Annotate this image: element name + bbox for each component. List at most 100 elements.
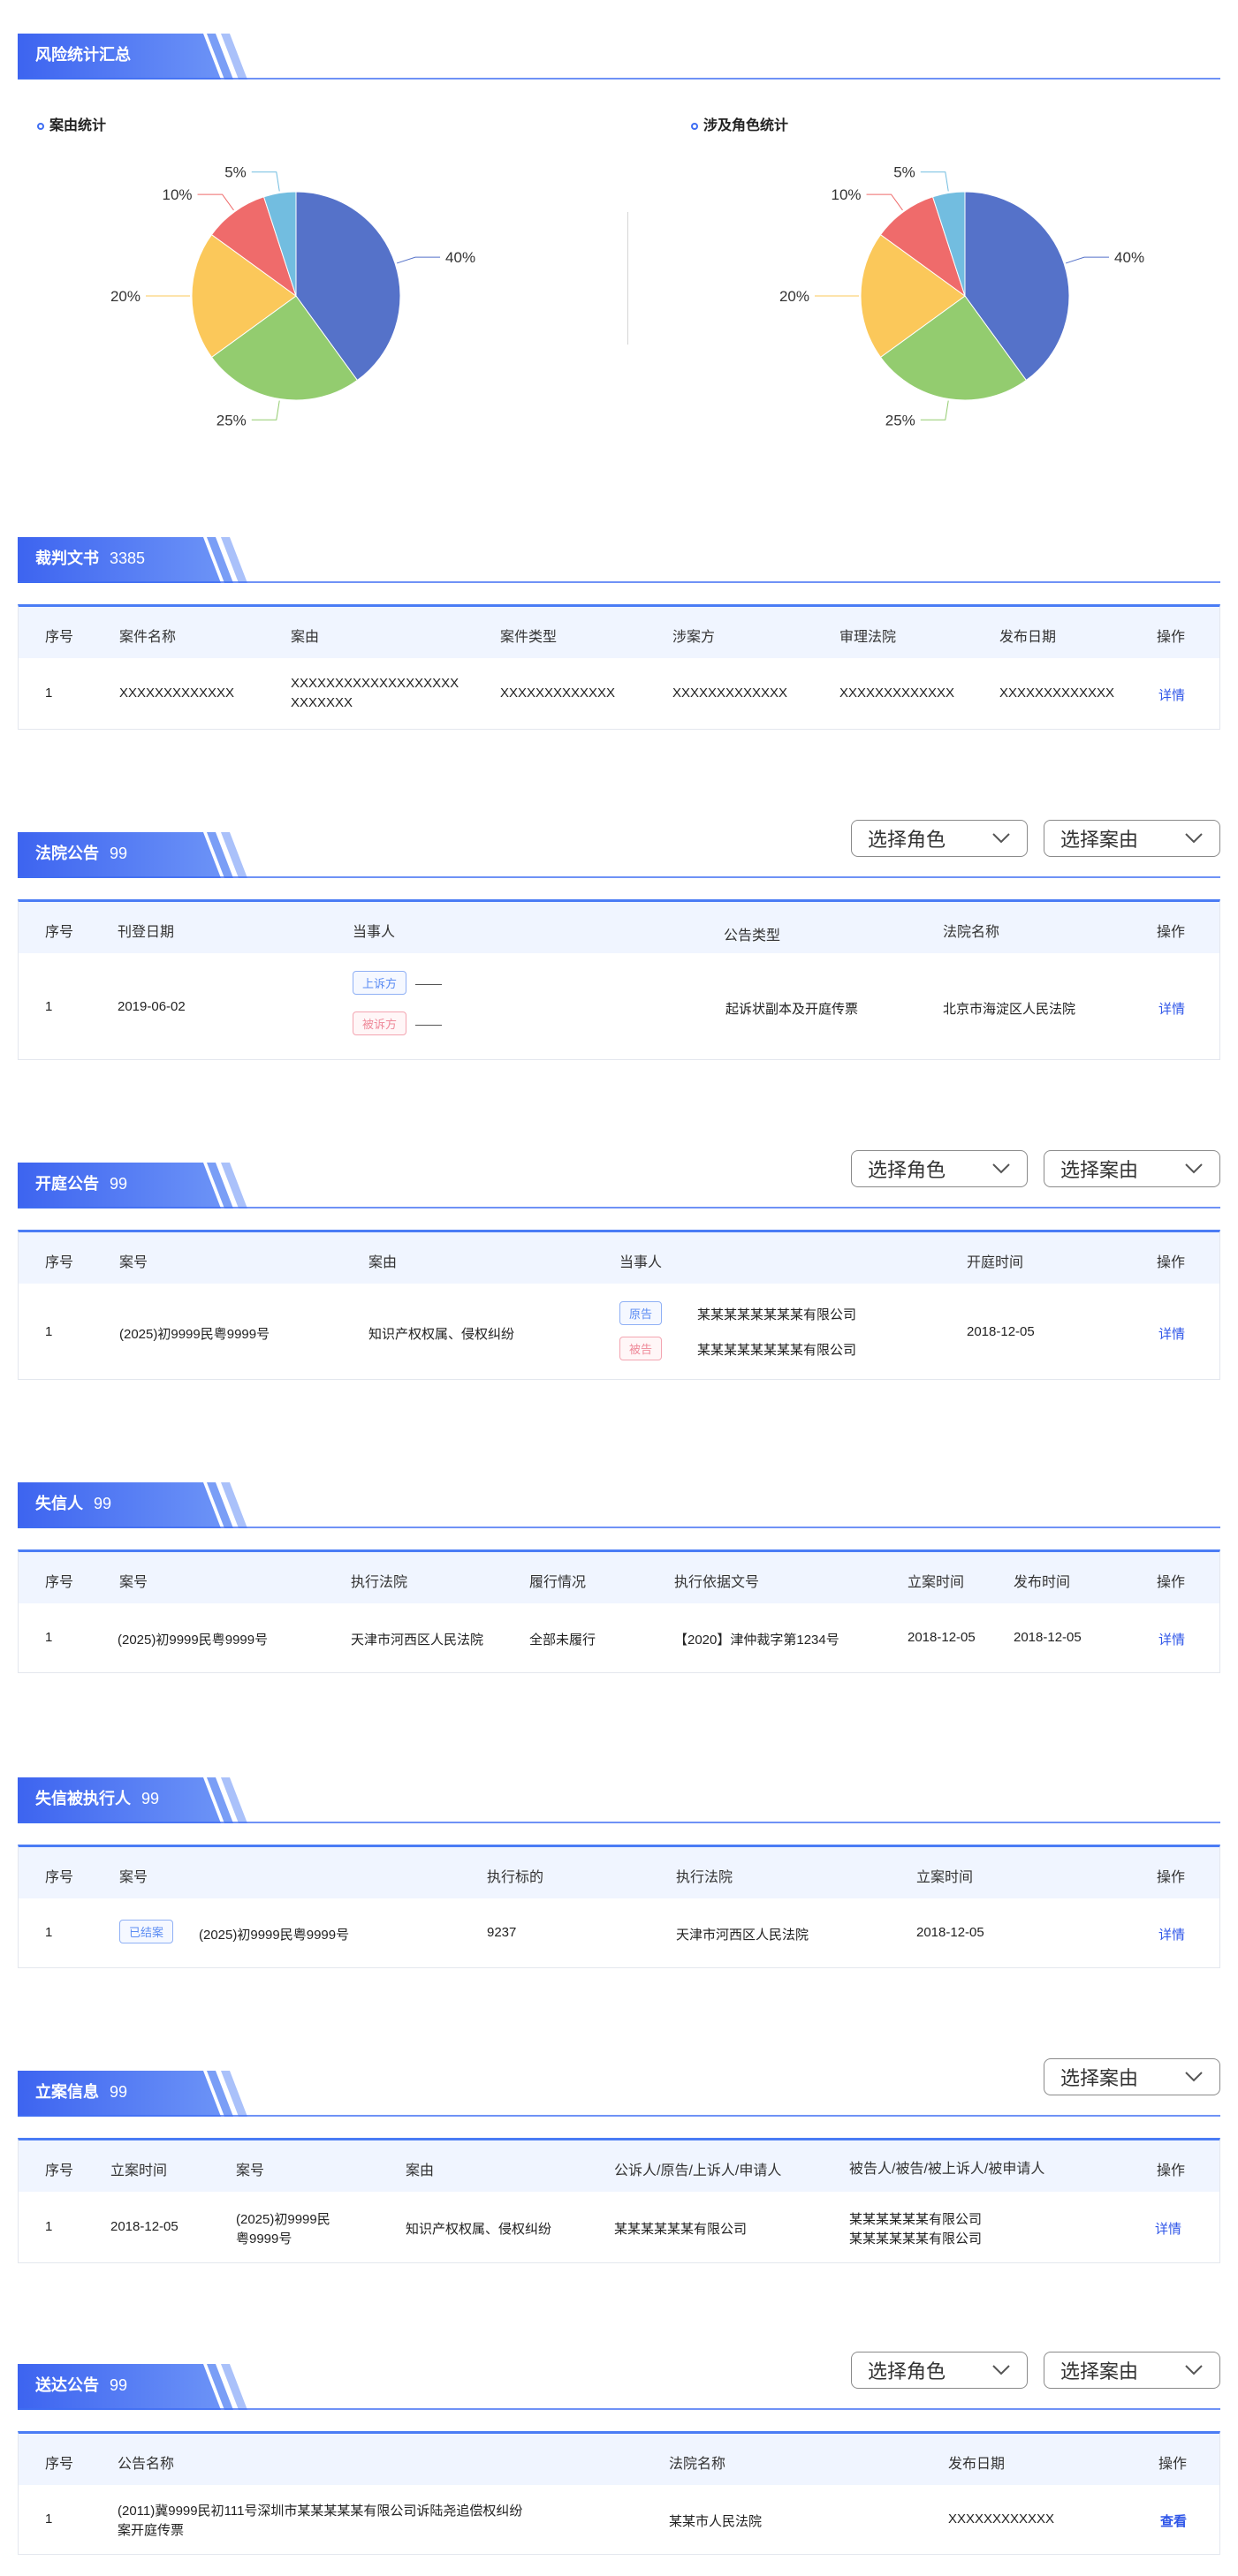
section-title: 失信被执行人 99 — [35, 1790, 160, 1807]
section-title: 失信人 99 — [35, 1495, 112, 1512]
table-row: 1 XXXXXXXXXXXXX XXXXXXXXXXXXXXXXXXX XXXX… — [45, 676, 1186, 710]
section-underline — [18, 1207, 1220, 1208]
hearing-notice-section: 开庭公告 99 选择角色 选择案由 序号 案号 案由 当事人 开庭时间 操作 1 … — [18, 1150, 1220, 1380]
leader-line — [920, 400, 949, 420]
cause-select[interactable]: 选择案由 — [1044, 2352, 1220, 2389]
table-header: 序号 立案时间 案号 案由 公诉人/原告/上诉人/申请人 被告人/被告/被上诉人… — [19, 2140, 1219, 2192]
pie-label: 5% — [893, 164, 915, 181]
leader-line — [396, 256, 441, 264]
chevron-down-icon — [1185, 833, 1203, 844]
section-count: 99 — [110, 1175, 128, 1193]
hearing-notice-table: 序号 案号 案由 当事人 开庭时间 操作 1 (2025)初9999民粤9999… — [18, 1230, 1220, 1380]
view-link[interactable]: 查看 — [1160, 2512, 1187, 2530]
cause-select[interactable]: 选择案由 — [1044, 1150, 1220, 1187]
section-underline — [18, 1527, 1220, 1528]
leader-line — [920, 171, 949, 192]
detail-link[interactable]: 详情 — [1155, 2219, 1181, 2238]
pie-chart-cause: 40% 25% 20% 10% 5% — [110, 164, 475, 429]
leader-line — [866, 193, 903, 211]
pie-label: 20% — [110, 288, 141, 305]
detail-link[interactable]: 详情 — [1158, 686, 1185, 704]
table-header: 序号 案号 执行法院 履行情况 执行依据文号 立案时间 发布时间 操作 — [19, 1552, 1219, 1603]
role-select[interactable]: 选择角色 — [851, 2352, 1028, 2389]
pie-label: 20% — [779, 288, 809, 305]
section-count: 3385 — [110, 549, 146, 567]
section-count: 99 — [94, 1495, 112, 1512]
section-title: 裁判文书 3385 — [35, 549, 146, 567]
chevron-down-icon — [992, 833, 1010, 844]
executed-table: 序号 案号 执行标的 执行法院 立案时间 操作 1 已结案 (2025)初999… — [18, 1845, 1220, 1968]
section-title: 风险统计汇总 — [35, 46, 131, 64]
section-title: 法院公告 99 — [35, 845, 128, 862]
table-row: 1 2019-06-02 上诉方 被诉方 起诉状副本及开庭传票 北京市海淀区人民… — [19, 953, 1219, 1059]
section-header: 失信人 99 — [18, 1477, 1220, 1528]
table-header: 序号 案件名称 案由 案件类型 涉案方 审理法院 发布日期 操作 — [19, 607, 1219, 658]
table-row: 1 已结案 (2025)初9999民粤9999号 9237 天津市河西区人民法院… — [19, 1898, 1219, 1967]
table-header: 序号 刊登日期 当事人 公告类型 法院名称 操作 — [19, 902, 1219, 953]
role-tag: 原告 — [619, 1301, 663, 1325]
table-header: 序号 案号 案由 当事人 开庭时间 操作 — [19, 1232, 1219, 1284]
section-count: 99 — [141, 1790, 160, 1807]
leader-line — [251, 171, 280, 192]
pie-label: 10% — [163, 186, 193, 203]
role-select[interactable]: 选择角色 — [851, 820, 1028, 857]
status-badge: 已结案 — [119, 1920, 174, 1943]
table-row: 1 (2025)初9999民粤9999号 知识产权权属、侵权纠纷 原告 某某某某… — [19, 1284, 1219, 1379]
role-tag: 被诉方 — [353, 1011, 407, 1035]
leader-line — [197, 193, 234, 211]
role-select[interactable]: 选择角色 — [851, 1150, 1028, 1187]
pie-label: 5% — [224, 164, 247, 181]
role-tag: 被告 — [619, 1337, 663, 1360]
delivery-section: 送达公告 99 选择角色 选择案由 序号 公告名称 法院名称 发布日期 操作 1 … — [18, 2352, 1220, 2555]
dishonest-section: 失信人 99 序号 案号 执行法院 履行情况 执行依据文号 立案时间 发布时间 操… — [18, 1477, 1220, 1673]
section-underline — [18, 876, 1220, 878]
section-underline — [18, 2115, 1220, 2117]
court-notice-section: 法院公告 99 选择角色 选择案由 序号 刊登日期 当事人 公告类型 法院名称 操… — [18, 820, 1220, 1060]
table-row: 1 (2025)初9999民粤9999号 天津市河西区人民法院 全部未履行 【2… — [45, 1630, 1186, 1648]
chevron-down-icon — [1185, 2072, 1203, 2082]
detail-link[interactable]: 详情 — [1158, 1324, 1185, 1343]
court-notice-table: 序号 刊登日期 当事人 公告类型 法院名称 操作 1 2019-06-02 上诉… — [18, 899, 1220, 1060]
pie-label: 40% — [1114, 249, 1144, 266]
detail-link[interactable]: 详情 — [1158, 1925, 1185, 1943]
cause-select[interactable]: 选择案由 — [1044, 2058, 1220, 2095]
section-header: 送达公告 99 选择角色 选择案由 — [18, 2352, 1220, 2410]
section-underline — [18, 78, 1220, 80]
table-row: 1 2018-12-05 (2025)初9999民 粤9999号 知识产权权属、… — [45, 2212, 1182, 2246]
chevron-down-icon — [992, 1163, 1010, 1174]
dishonest-table: 序号 案号 执行法院 履行情况 执行依据文号 立案时间 发布时间 操作 1 (2… — [18, 1549, 1220, 1673]
pie-label: 25% — [216, 412, 247, 428]
role-tag: 上诉方 — [353, 971, 407, 995]
section-underline — [18, 2408, 1220, 2410]
section-underline — [18, 1822, 1220, 1823]
section-count: 99 — [110, 845, 128, 862]
section-header: 失信被执行人 99 — [18, 1772, 1220, 1823]
pie-chart-role: 40% 25% 20% 10% 5% — [779, 164, 1144, 429]
chart-title-cause: 案由统计 — [37, 113, 106, 134]
section-title: 立案信息 99 — [35, 2083, 128, 2101]
filing-table: 序号 立案时间 案号 案由 公诉人/原告/上诉人/申请人 被告人/被告/被上诉人… — [18, 2138, 1220, 2263]
chart-title-role: 涉及角色统计 — [691, 113, 788, 134]
detail-link[interactable]: 详情 — [1158, 999, 1185, 1018]
section-header: 风险统计汇总 — [18, 28, 1220, 80]
risk-summary-section: 风险统计汇总 — [18, 28, 1220, 80]
table-row: 1 (2011)冀9999民初111号深圳市某某某某某有限公司诉陆尧追偿权纠纷 … — [45, 2504, 1188, 2538]
section-header: 法院公告 99 选择角色 选择案由 — [18, 820, 1220, 878]
chevron-down-icon — [1185, 2365, 1203, 2375]
chevron-down-icon — [992, 2365, 1010, 2375]
cause-select[interactable]: 选择案由 — [1044, 820, 1220, 857]
section-count: 99 — [110, 2083, 128, 2101]
pie-label: 25% — [885, 412, 915, 428]
chart-divider — [627, 212, 628, 345]
section-title: 送达公告 99 — [35, 2376, 128, 2394]
table-header: 序号 公告名称 法院名称 发布日期 操作 — [19, 2434, 1219, 2485]
judgments-section: 裁判文书 3385 序号 案件名称 案由 案件类型 涉案方 审理法院 发布日期 操… — [18, 532, 1220, 730]
delivery-table: 序号 公告名称 法院名称 发布日期 操作 1 (2011)冀9999民初111号… — [18, 2431, 1220, 2555]
detail-link[interactable]: 详情 — [1158, 1630, 1185, 1648]
pie-label: 10% — [832, 186, 862, 203]
section-header: 裁判文书 3385 — [18, 532, 1220, 583]
chevron-down-icon — [1185, 1163, 1203, 1174]
section-count: 99 — [110, 2376, 128, 2394]
pie-label: 40% — [445, 249, 475, 266]
executed-section: 失信被执行人 99 序号 案号 执行标的 执行法院 立案时间 操作 1 已结案 (… — [18, 1772, 1220, 1968]
